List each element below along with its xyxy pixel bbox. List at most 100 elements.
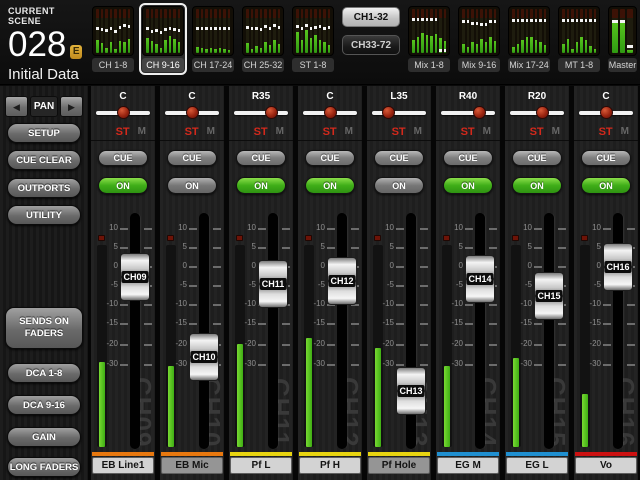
fader-cap[interactable]: CH09 xyxy=(120,253,150,301)
scene-edit-badge: E xyxy=(70,45,82,59)
fader-scale-tick xyxy=(351,364,359,366)
meter-bar xyxy=(467,9,470,53)
pan-knob[interactable] xyxy=(324,106,337,119)
long-faders-button[interactable]: LONG FADERS xyxy=(7,457,81,477)
meter-bar xyxy=(105,9,108,53)
on-button[interactable]: ON xyxy=(236,177,286,194)
meter-bank-block[interactable]: MT 1-8 xyxy=(555,3,603,75)
setup-button[interactable]: SETUP xyxy=(7,123,81,143)
meter-bank-block[interactable]: CH 25-32 xyxy=(239,3,287,75)
pan-slider[interactable] xyxy=(367,103,431,123)
channel-name[interactable]: Vo xyxy=(575,457,637,474)
cue-button[interactable]: CUE xyxy=(305,150,355,166)
meter-bank-block[interactable]: ST 1-8 xyxy=(289,3,337,75)
meter-bank-block[interactable]: CH 1-8 xyxy=(89,3,137,75)
dca-9-16-button[interactable]: DCA 9-16 xyxy=(7,395,81,415)
on-button[interactable]: ON xyxy=(305,177,355,194)
meter-bank-block[interactable]: Mix 9-16 xyxy=(455,3,503,75)
cue-button[interactable]: CUE xyxy=(374,150,424,166)
pan-knob[interactable] xyxy=(265,106,278,119)
meter-bank-block[interactable]: CH 17-24 xyxy=(189,3,237,75)
on-button[interactable]: ON xyxy=(167,177,217,194)
dca-1-8-button[interactable]: DCA 1-8 xyxy=(7,363,81,383)
fader-scale-tick xyxy=(213,266,221,268)
pan-knob[interactable] xyxy=(382,106,395,119)
fader-track[interactable] xyxy=(199,213,209,449)
meter-bank-block[interactable]: CH 9-16 xyxy=(139,3,187,75)
fader-scale-label: 5 xyxy=(436,243,463,251)
fader-scale-label: 5 xyxy=(160,243,187,251)
on-button[interactable]: ON xyxy=(443,177,493,194)
fader-scale-label: 10 xyxy=(436,224,463,232)
fader-scale-tick xyxy=(465,228,473,230)
outports-button[interactable]: OUTPORTS xyxy=(7,178,81,198)
fader-track[interactable] xyxy=(337,213,347,449)
pan-slider[interactable] xyxy=(298,103,362,123)
fader-cap[interactable]: CH14 xyxy=(465,255,495,303)
bank-button-1[interactable]: CH33-72 xyxy=(342,35,400,55)
cue-button[interactable]: CUE xyxy=(167,150,217,166)
bank-label: Mix 17-24 xyxy=(508,58,550,72)
pan-slider[interactable] xyxy=(160,103,224,123)
channel-name[interactable]: Pf H xyxy=(299,457,361,474)
fader-cap[interactable]: CH12 xyxy=(327,257,357,305)
pan-knob[interactable] xyxy=(600,106,613,119)
fader-zone: CH13 1050-5-10-15-20-30 CH13 xyxy=(367,203,431,447)
pan-slider[interactable] xyxy=(574,103,638,123)
fader-scale-tick xyxy=(465,247,473,249)
sends-on-faders-button[interactable]: SENDS ON FADERS xyxy=(5,307,83,349)
cue-button[interactable]: CUE xyxy=(512,150,562,166)
channel-name[interactable]: Pf Hole xyxy=(368,457,430,474)
cue-button[interactable]: CUE xyxy=(98,150,148,166)
on-button[interactable]: ON xyxy=(98,177,148,194)
fader-scale-label: -20 xyxy=(367,340,394,348)
cue-button[interactable]: CUE xyxy=(581,150,631,166)
fader-scale-tick xyxy=(534,323,542,325)
channel-name[interactable]: EG M xyxy=(437,457,499,474)
channel-name[interactable]: EG L xyxy=(506,457,568,474)
pan-knob[interactable] xyxy=(473,106,486,119)
fader-cap[interactable]: CH16 xyxy=(603,243,633,291)
fader-scale-tick xyxy=(489,304,497,306)
fader-track[interactable] xyxy=(544,213,554,449)
pan-knob[interactable] xyxy=(117,106,130,119)
gain-button[interactable]: GAIN xyxy=(7,427,81,447)
meter-bank-block[interactable]: Mix 1-8 xyxy=(405,3,453,75)
fader-track[interactable] xyxy=(130,213,140,449)
pan-knob[interactable] xyxy=(536,106,549,119)
meter-bank-block[interactable]: Mix 17-24 xyxy=(505,3,553,75)
pan-knob[interactable] xyxy=(186,106,199,119)
meter-bank-block[interactable]: Master xyxy=(605,3,640,75)
channel-name[interactable]: Pf L xyxy=(230,457,292,474)
current-scene-panel[interactable]: CURRENT SCENE 028 E Initial Data xyxy=(0,0,88,85)
fader-track[interactable] xyxy=(268,213,278,449)
fader-cap[interactable]: CH15 xyxy=(534,272,564,320)
pan-slider[interactable] xyxy=(91,103,155,123)
on-button[interactable]: ON xyxy=(374,177,424,194)
on-button[interactable]: ON xyxy=(512,177,562,194)
pan-slider[interactable] xyxy=(436,103,500,123)
fader-scale-label: 10 xyxy=(229,224,256,232)
cue-button[interactable]: CUE xyxy=(236,150,286,166)
pan-slider[interactable] xyxy=(229,103,293,123)
on-button[interactable]: ON xyxy=(581,177,631,194)
channel-name[interactable]: EB Line1 xyxy=(92,457,154,474)
bank-button-0[interactable]: CH1-32 xyxy=(342,7,400,27)
pan-slider[interactable] xyxy=(505,103,569,123)
channel-name[interactable]: EB Mic xyxy=(161,457,223,474)
utility-button[interactable]: UTILITY xyxy=(7,205,81,225)
fader-cap[interactable]: CH13 xyxy=(396,367,426,415)
fader-track[interactable] xyxy=(475,213,485,449)
left-arrow-icon[interactable]: ◀ xyxy=(5,96,28,117)
right-arrow-icon[interactable]: ▶ xyxy=(60,96,83,117)
fader-scale-tick xyxy=(489,344,497,346)
fader-cap[interactable]: CH10 xyxy=(189,333,219,381)
fader-cap[interactable]: CH11 xyxy=(258,260,288,308)
fader-scale-label: -5 xyxy=(91,281,118,289)
fader-scale-tick xyxy=(258,247,266,249)
meter-bar xyxy=(155,9,158,53)
stereo-assign-flag: ST xyxy=(254,126,268,138)
cue-clear-button[interactable]: CUE CLEAR xyxy=(7,150,81,170)
cue-button[interactable]: CUE xyxy=(443,150,493,166)
fader-mode-label: PAN xyxy=(30,96,58,117)
